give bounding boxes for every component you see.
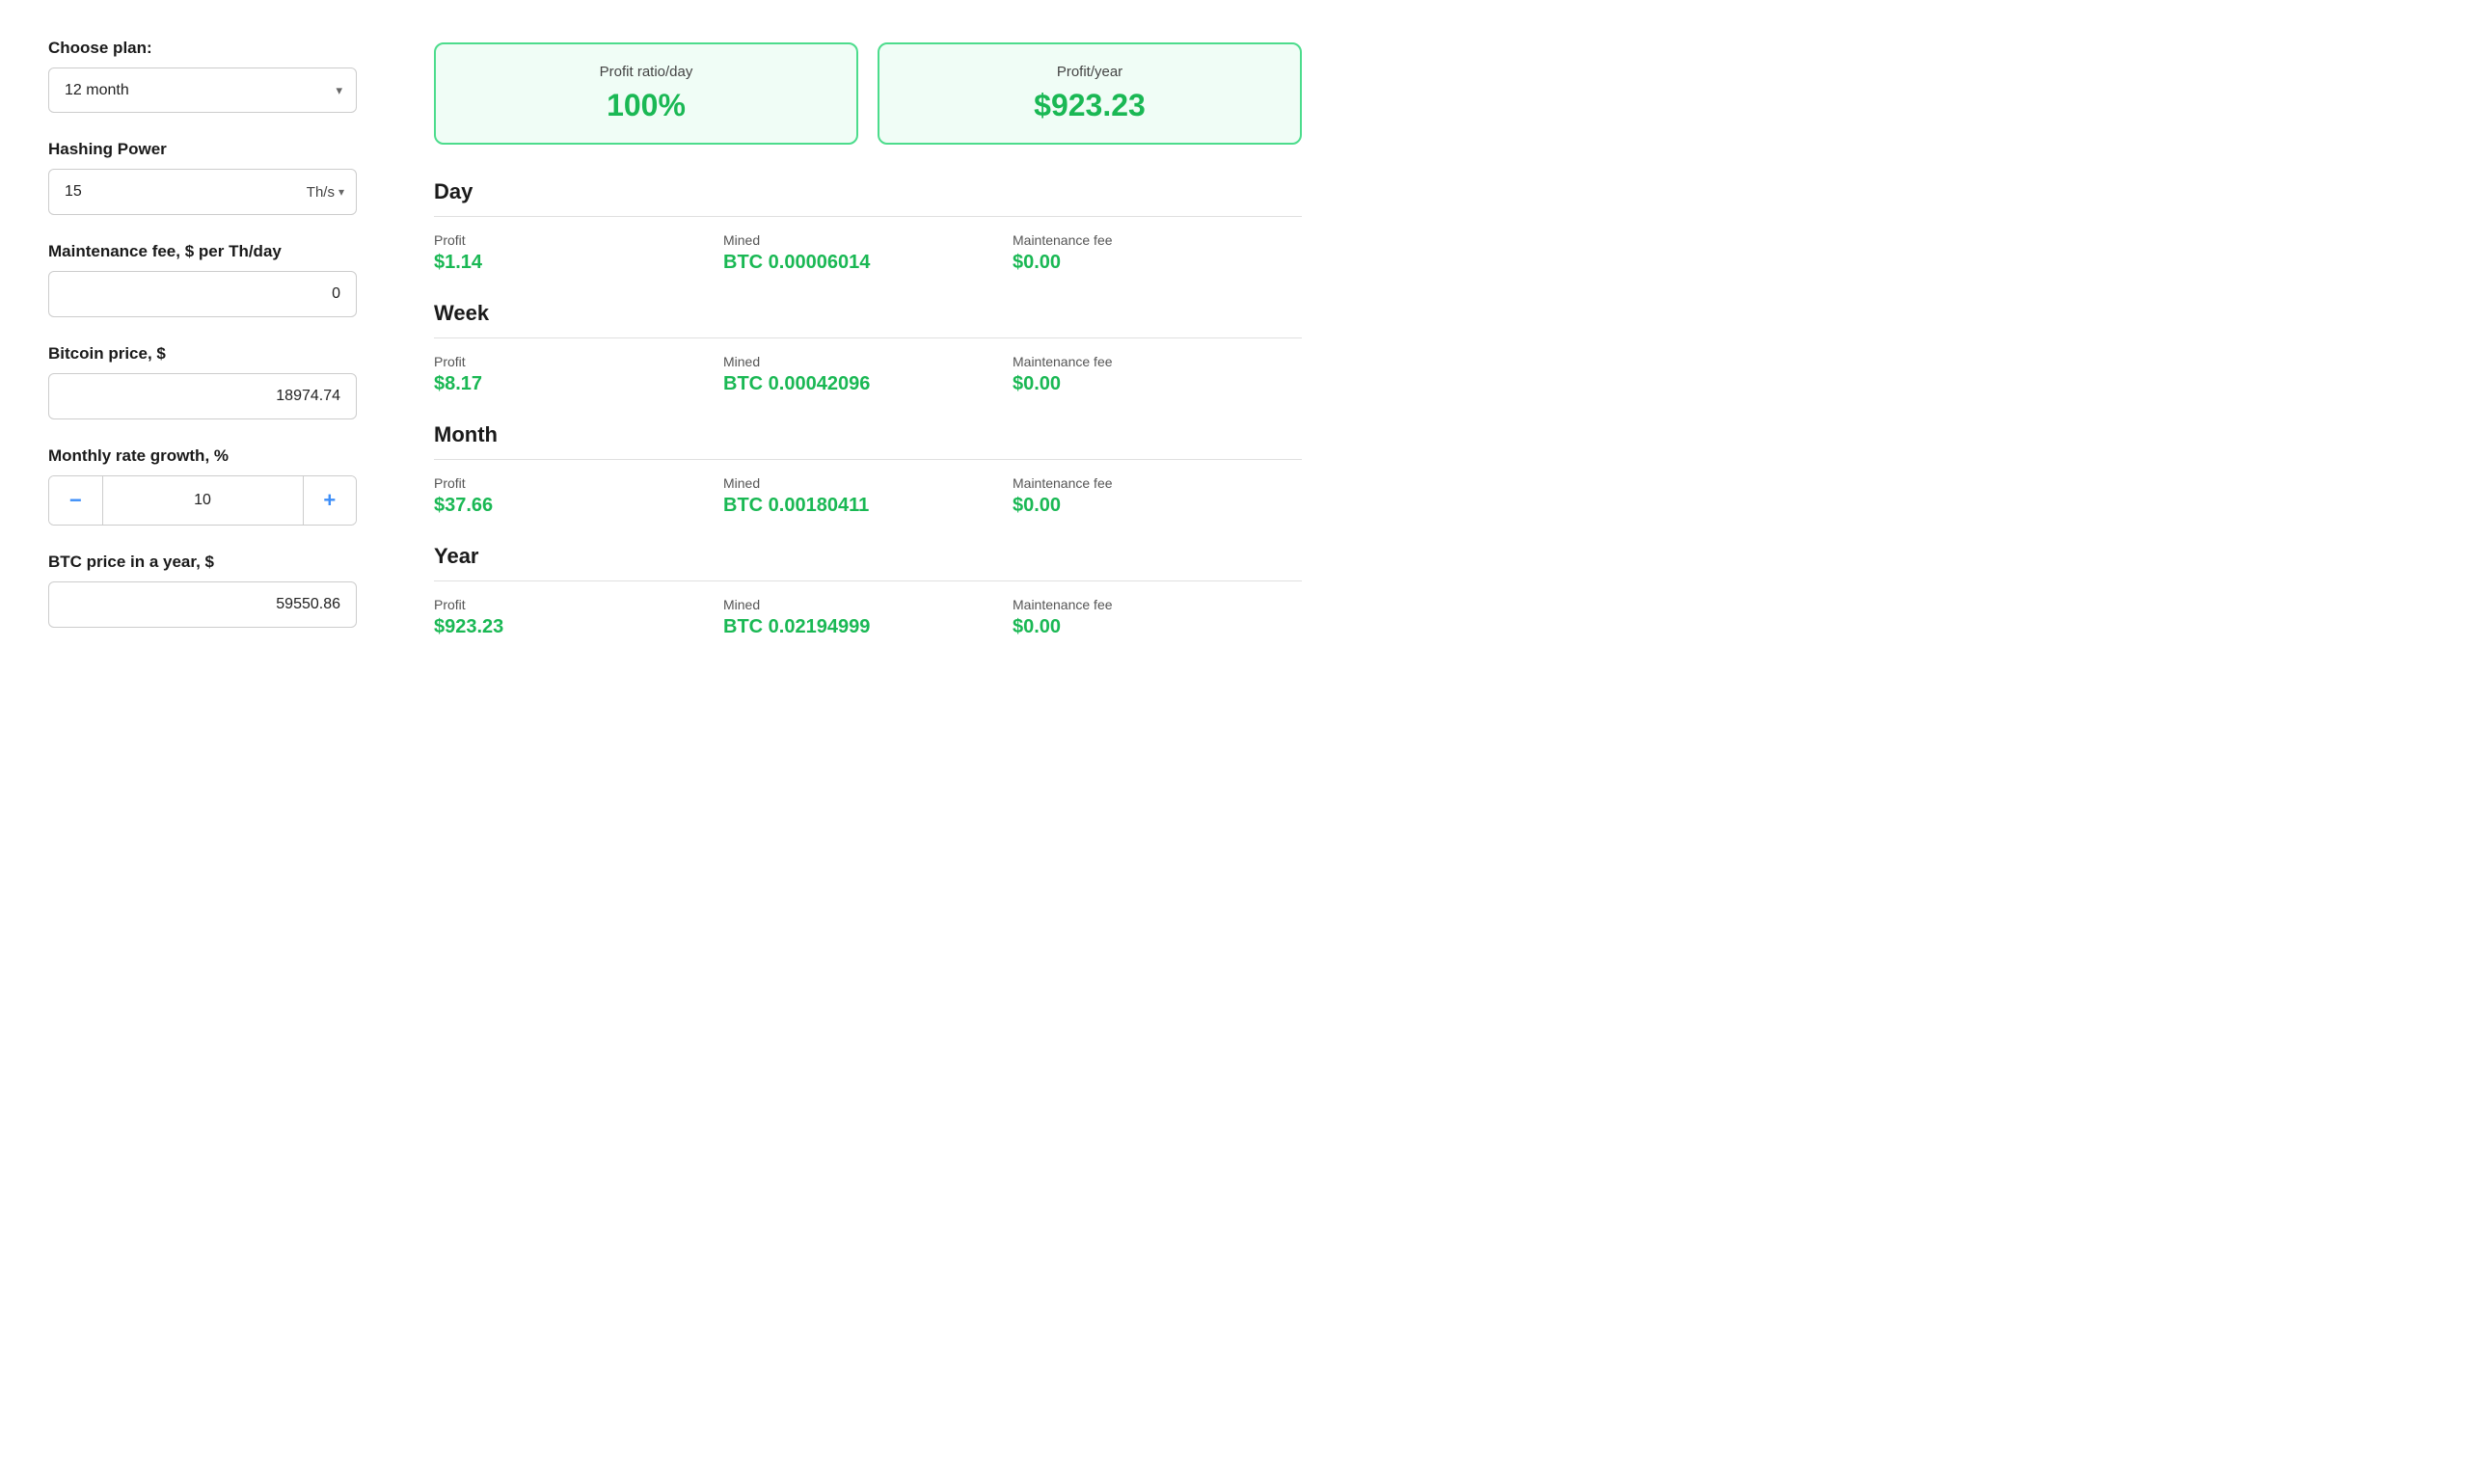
period-divider-month <box>434 459 1302 460</box>
profit-year-card-label: Profit/year <box>903 64 1277 80</box>
monthly-rate-input[interactable] <box>103 476 303 525</box>
period-profit-day: Profit $1.14 <box>434 232 723 274</box>
right-panel: Profit ratio/day 100% Profit/year $923.2… <box>434 39 1302 665</box>
period-fee-week: Maintenance fee $0.00 <box>1013 354 1302 395</box>
monthly-rate-label: Monthly rate growth, % <box>48 446 357 466</box>
monthly-rate-stepper: − + <box>48 475 357 526</box>
period-divider-year <box>434 580 1302 581</box>
btc-year-field-group: BTC price in a year, $ <box>48 553 357 628</box>
plan-select[interactable]: 12 month 6 month 3 month 1 month <box>49 68 356 112</box>
period-row-month: Profit $37.66 Mined BTC 0.00180411 Maint… <box>434 475 1302 517</box>
maintenance-field-group: Maintenance fee, $ per Th/day <box>48 242 357 317</box>
left-panel: Choose plan: 12 month 6 month 3 month 1 … <box>48 39 357 665</box>
period-row-week: Profit $8.17 Mined BTC 0.00042096 Mainte… <box>434 354 1302 395</box>
period-title-month: Month <box>434 422 1302 447</box>
profit-day-card-label: Profit ratio/day <box>459 64 833 80</box>
period-row-year: Profit $923.23 Mined BTC 0.02194999 Main… <box>434 597 1302 638</box>
btc-year-input-box <box>48 581 357 628</box>
period-title-week: Week <box>434 301 1302 326</box>
plan-field-group: Choose plan: 12 month 6 month 3 month 1 … <box>48 39 357 113</box>
period-mined-month: Mined BTC 0.00180411 <box>723 475 1013 517</box>
period-mined-day: Mined BTC 0.00006014 <box>723 232 1013 274</box>
period-fee-month: Maintenance fee $0.00 <box>1013 475 1302 517</box>
hashing-field-group: Hashing Power Th/s ▾ <box>48 140 357 215</box>
period-row-day: Profit $1.14 Mined BTC 0.00006014 Mainte… <box>434 232 1302 274</box>
period-section-year: Year Profit $923.23 Mined BTC 0.02194999… <box>434 544 1302 638</box>
monthly-rate-decrement-button[interactable]: − <box>49 476 103 525</box>
period-profit-week: Profit $8.17 <box>434 354 723 395</box>
btc-price-input-box <box>48 373 357 419</box>
period-mined-week: Mined BTC 0.00042096 <box>723 354 1013 395</box>
period-fee-day: Maintenance fee $0.00 <box>1013 232 1302 274</box>
period-title-day: Day <box>434 179 1302 204</box>
summary-cards: Profit ratio/day 100% Profit/year $923.2… <box>434 42 1302 145</box>
btc-price-field-group: Bitcoin price, $ <box>48 344 357 419</box>
period-title-year: Year <box>434 544 1302 569</box>
hashing-input[interactable] <box>49 170 307 214</box>
maintenance-input-box <box>48 271 357 317</box>
profit-year-card-value: $923.23 <box>903 88 1277 123</box>
period-profit-year: Profit $923.23 <box>434 597 723 638</box>
period-fee-year: Maintenance fee $0.00 <box>1013 597 1302 638</box>
period-profit-month: Profit $37.66 <box>434 475 723 517</box>
hashing-unit-chevron: ▾ <box>338 185 344 199</box>
hashing-input-box: Th/s ▾ <box>48 169 357 215</box>
plan-label: Choose plan: <box>48 39 357 58</box>
period-section-month: Month Profit $37.66 Mined BTC 0.00180411… <box>434 422 1302 517</box>
period-section-week: Week Profit $8.17 Mined BTC 0.00042096 M… <box>434 301 1302 395</box>
btc-year-label: BTC price in a year, $ <box>48 553 357 572</box>
period-mined-year: Mined BTC 0.02194999 <box>723 597 1013 638</box>
maintenance-label: Maintenance fee, $ per Th/day <box>48 242 357 261</box>
hashing-label: Hashing Power <box>48 140 357 159</box>
monthly-rate-field-group: Monthly rate growth, % − + <box>48 446 357 526</box>
monthly-rate-increment-button[interactable]: + <box>303 476 357 525</box>
periods-container: Day Profit $1.14 Mined BTC 0.00006014 Ma… <box>434 179 1302 638</box>
btc-price-input[interactable] <box>49 374 356 418</box>
period-section-day: Day Profit $1.14 Mined BTC 0.00006014 Ma… <box>434 179 1302 274</box>
profit-year-card: Profit/year $923.23 <box>878 42 1302 145</box>
hashing-unit: Th/s ▾ <box>307 171 356 214</box>
plan-select-wrapper: 12 month 6 month 3 month 1 month ▾ <box>48 67 357 113</box>
maintenance-input[interactable] <box>49 272 356 316</box>
profit-day-card: Profit ratio/day 100% <box>434 42 858 145</box>
btc-year-input[interactable] <box>49 582 356 627</box>
profit-day-card-value: 100% <box>459 88 833 123</box>
period-divider-day <box>434 216 1302 217</box>
period-divider-week <box>434 337 1302 338</box>
btc-price-label: Bitcoin price, $ <box>48 344 357 364</box>
